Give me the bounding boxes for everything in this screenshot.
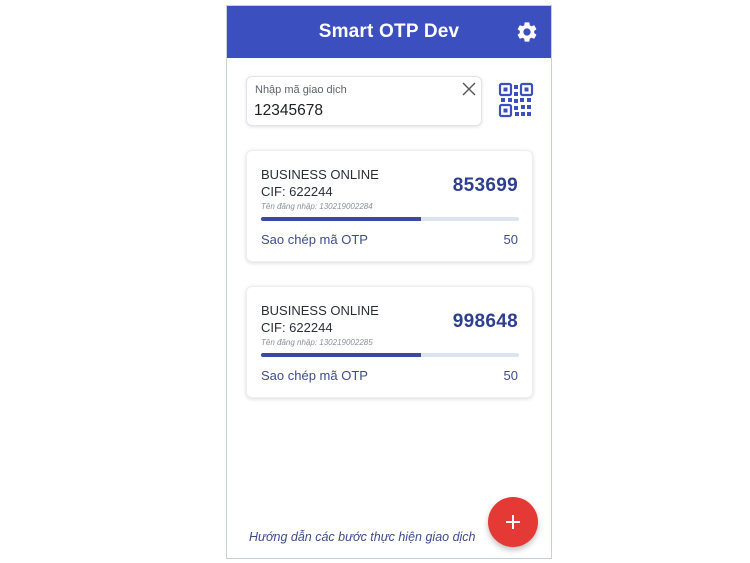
otp-progress-bar [261, 217, 519, 221]
username-text: Tên đăng nhập: 130219002284 [261, 202, 373, 211]
username-text: Tên đăng nhập: 130219002285 [261, 338, 373, 347]
copy-otp-button[interactable]: Sao chép mã OTP [261, 232, 368, 247]
transaction-code-label: Nhập mã giao dịch [255, 84, 347, 96]
otp-progress-fill [261, 217, 421, 221]
otp-countdown: 50 [503, 368, 518, 383]
otp-countdown: 50 [503, 232, 518, 247]
cif-number: CIF: 622244 [261, 320, 333, 335]
transaction-code-field[interactable]: Nhập mã giao dịch [246, 76, 482, 126]
add-account-button[interactable] [488, 497, 538, 547]
otp-progress-bar [261, 353, 519, 357]
app-title: Smart OTP Dev [318, 21, 460, 42]
otp-card: BUSINESS ONLINE CIF: 622244 Tên đăng nhậ… [246, 286, 533, 398]
service-name: BUSINESS ONLINE [261, 303, 379, 318]
otp-code: 853699 [452, 175, 518, 196]
otp-code: 998648 [452, 311, 518, 332]
copy-otp-button[interactable]: Sao chép mã OTP [261, 368, 368, 383]
close-icon[interactable] [461, 81, 477, 97]
transaction-guide-link[interactable]: Hướng dẫn các bước thực hiện giao dịch [249, 530, 476, 544]
cif-number: CIF: 622244 [261, 184, 333, 199]
otp-card: BUSINESS ONLINE CIF: 622244 Tên đăng nhậ… [246, 150, 533, 262]
qr-code-icon[interactable] [498, 82, 534, 118]
service-name: BUSINESS ONLINE [261, 167, 379, 182]
otp-progress-fill [261, 353, 421, 357]
app-header: Smart OTP Dev [227, 6, 551, 58]
app-screen: Smart OTP Dev Nhập mã giao dịch 12345678… [226, 5, 552, 559]
transaction-code-input[interactable] [254, 100, 454, 122]
gear-icon[interactable] [515, 20, 539, 44]
